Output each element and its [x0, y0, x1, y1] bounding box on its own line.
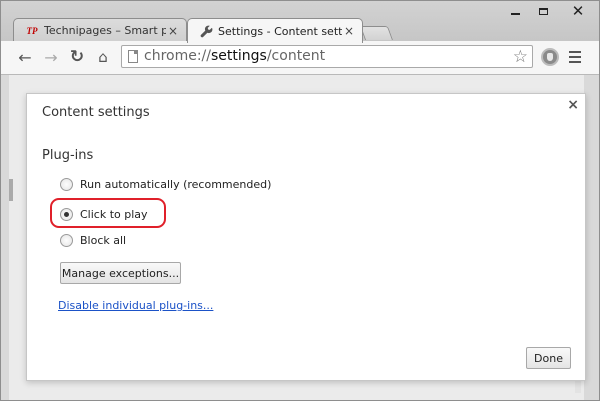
new-tab-button[interactable]	[359, 26, 393, 40]
content-settings-dialog: Content settings × Plug-ins Run automati…	[26, 93, 586, 381]
maximize-icon	[538, 7, 548, 15]
tab-title: Technipages – Smart phor	[44, 24, 166, 37]
browser-window: TP Technipages – Smart phor × Settings -…	[0, 0, 600, 401]
tab-technipages[interactable]: TP Technipages – Smart phor ×	[13, 18, 187, 42]
tab-title: Settings - Content setting	[218, 24, 342, 38]
url-text[interactable]: chrome://settings/content	[144, 48, 325, 64]
hamburger-menu-icon[interactable]	[569, 51, 581, 66]
radio-button[interactable]	[60, 177, 73, 191]
left-edge-grip	[9, 179, 13, 201]
disable-plugins-link[interactable]: Disable individual plug-ins...	[58, 299, 213, 312]
shield-icon[interactable]	[541, 48, 559, 66]
radio-block-all[interactable]: Block all	[60, 232, 126, 248]
url-host: settings	[211, 48, 267, 64]
wrench-icon	[198, 24, 214, 38]
reload-button[interactable]: ↻	[67, 47, 87, 67]
window-controls: ✕	[501, 1, 599, 23]
forward-button[interactable]: →	[41, 47, 61, 67]
radio-run-automatically[interactable]: Run automatically (recommended)	[60, 176, 271, 192]
address-bar[interactable]: chrome://settings/content ☆	[121, 45, 533, 68]
dialog-close-icon[interactable]: ×	[567, 97, 579, 113]
manage-exceptions-button[interactable]: Manage exceptions...	[60, 262, 181, 284]
content-area: Content settings × Plug-ins Run automati…	[1, 75, 599, 400]
minimize-button[interactable]	[501, 1, 529, 21]
done-button[interactable]: Done	[526, 347, 571, 369]
radio-button-selected[interactable]	[60, 207, 73, 221]
maximize-button[interactable]	[529, 1, 557, 21]
plugins-section-title: Plug-ins	[42, 148, 94, 163]
radio-label: Run automatically (recommended)	[80, 177, 272, 191]
url-scheme: chrome://	[144, 48, 211, 64]
title-bar: TP Technipages – Smart phor × Settings -…	[1, 1, 599, 43]
url-path: /content	[266, 48, 326, 64]
radio-button[interactable]	[60, 233, 73, 247]
dialog-title: Content settings	[42, 105, 150, 120]
home-button[interactable]: ⌂	[93, 47, 113, 67]
tab-close-icon[interactable]: ×	[342, 24, 356, 38]
radio-click-to-play[interactable]: Click to play	[60, 206, 148, 222]
close-window-button[interactable]: ✕	[557, 1, 599, 21]
back-button[interactable]: ←	[15, 47, 35, 67]
page-icon	[128, 50, 138, 63]
tab-settings[interactable]: Settings - Content setting ×	[187, 18, 363, 43]
tab-close-icon[interactable]: ×	[166, 24, 180, 38]
bookmark-star-icon[interactable]: ☆	[513, 47, 528, 67]
radio-label: Block all	[80, 233, 127, 247]
radio-label: Click to play	[80, 207, 148, 221]
minimize-icon	[510, 13, 520, 15]
toolbar: ← → ↻ ⌂ chrome://settings/content ☆	[1, 41, 599, 75]
technipages-favicon-icon: TP	[26, 25, 38, 36]
